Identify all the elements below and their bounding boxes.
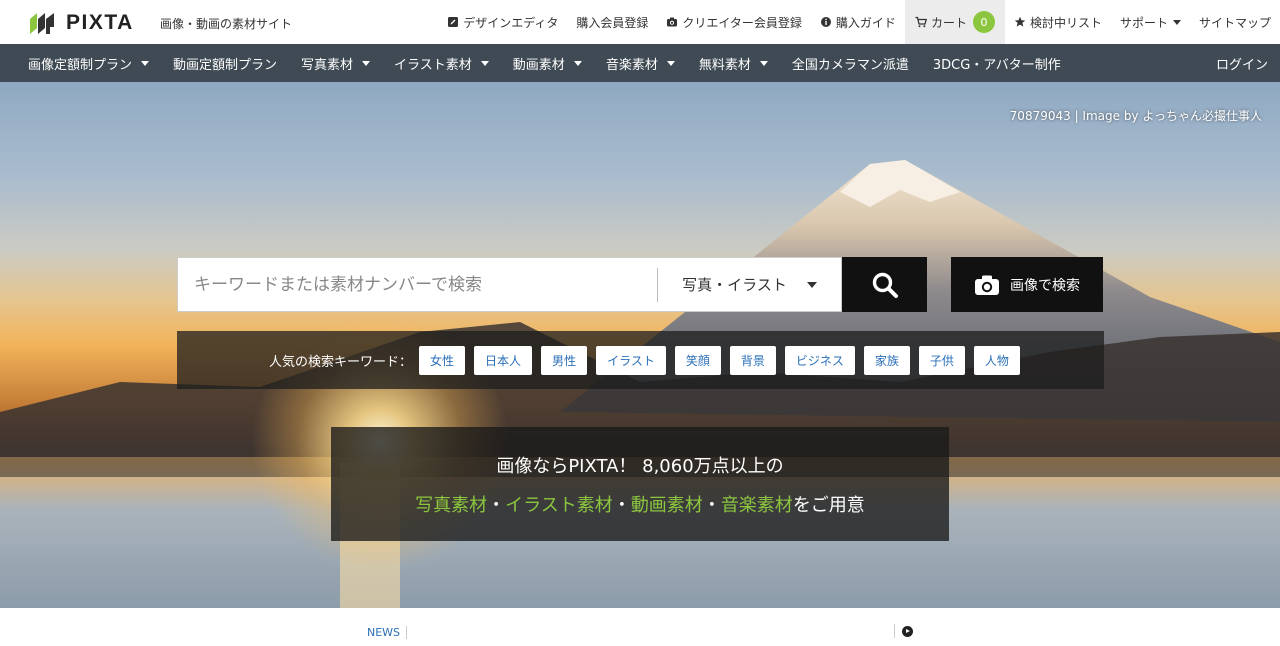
chevron-down-icon (1172, 19, 1181, 25)
popular-keywords-label: 人気の検索キーワード： (269, 354, 413, 370)
search-bar: 写真・イラスト (177, 257, 927, 312)
chevron-down-icon (362, 60, 371, 66)
cat-photos[interactable]: 写真素材 (289, 44, 382, 82)
star-icon (1014, 16, 1026, 27)
keyword-tag[interactable]: 人物 (973, 345, 1020, 375)
topnav-support-label: サポート (1119, 15, 1168, 30)
cat-illustrations[interactable]: イラスト素材 (382, 44, 501, 82)
topnav-buyer-guide-label: 購入ガイド (835, 15, 896, 30)
topnav-wishlist[interactable]: 検討中リスト (1005, 0, 1111, 44)
cat-videos-label: 動画素材 (512, 57, 565, 73)
promo-separator: ・ (702, 495, 721, 516)
topnav-design-editor[interactable]: デザインエディタ (438, 0, 567, 44)
site-tagline: 画像・動画の素材サイト (160, 17, 293, 31)
keyword-tag[interactable]: ビジネス (784, 345, 855, 375)
topnav-buyer-guide[interactable]: 購入ガイド (811, 0, 905, 44)
promo-headline: 画像ならPIXTA！ 8,060万点以上の (496, 456, 784, 477)
news-bar: NEWS (0, 608, 1280, 646)
topnav-wishlist-label: 検討中リスト (1029, 15, 1102, 30)
image-search-button[interactable]: 画像で検索 (951, 257, 1103, 312)
search-button[interactable] (842, 257, 927, 312)
promo-separator: ・ (612, 495, 631, 516)
cat-free-label: 無料素材 (698, 57, 751, 73)
cart-count-badge: 0 (972, 11, 995, 33)
promo-photos: 写真素材 (415, 495, 488, 516)
cat-free[interactable]: 無料素材 (687, 44, 780, 82)
cat-image-subscription[interactable]: 画像定額制プラン (16, 44, 161, 82)
topnav-cart[interactable]: カート 0 (904, 0, 1005, 44)
top-nav: デザインエディタ 購入会員登録 クリエイター会員登録 購入ガイド カート 0 検… (438, 0, 1280, 44)
news-divider (894, 624, 895, 638)
search-type-select[interactable]: 写真・イラスト (658, 274, 841, 295)
cat-video-subscription[interactable]: 動画定額制プラン (161, 44, 289, 82)
chevron-down-icon (806, 281, 817, 288)
keyword-tag[interactable]: 女性 (419, 345, 466, 375)
cart-icon (915, 16, 927, 28)
topnav-sitemap-label: サイトマップ (1198, 15, 1271, 30)
pixta-logo[interactable]: PIXTA (28, 10, 134, 36)
search-type-value: 写真・イラスト (682, 276, 787, 294)
keyword-tag[interactable]: 笑顔 (674, 345, 721, 375)
image-credit-separator: | (1070, 109, 1083, 123)
search-input[interactable] (178, 258, 657, 311)
login-link[interactable]: ログイン (1216, 44, 1268, 82)
chevron-down-icon (141, 60, 150, 66)
cat-photographer-dispatch[interactable]: 全国カメラマン派遣 (780, 44, 921, 82)
promo-videos: 動画素材 (630, 495, 703, 516)
logo-text: PIXTA (66, 11, 134, 34)
cat-videos[interactable]: 動画素材 (501, 44, 594, 82)
cat-video-subscription-label: 動画定額制プラン (173, 57, 278, 73)
topnav-creator-register-label: クリエイター会員登録 (682, 15, 802, 30)
chevron-down-icon (666, 60, 675, 66)
keyword-tag[interactable]: 男性 (541, 345, 588, 375)
topnav-design-editor-label: デザインエディタ (463, 15, 559, 30)
cat-3dcg-avatar[interactable]: 3DCG・アバター制作 (921, 44, 1073, 82)
cat-photographer-dispatch-label: 全国カメラマン派遣 (791, 57, 909, 73)
news-label[interactable]: NEWS (367, 626, 408, 639)
topnav-buyer-register-label: 購入会員登録 (576, 15, 649, 30)
image-credit-author: Image by よっちゃん必撮仕事人 (1082, 109, 1262, 123)
news-next-icon[interactable] (902, 626, 913, 637)
camera-icon (667, 17, 678, 27)
keyword-tag[interactable]: 背景 (729, 345, 776, 375)
topnav-buyer-register[interactable]: 購入会員登録 (567, 0, 657, 44)
promo-box: 画像ならPIXTA！ 8,060万点以上の 写真素材・イラスト素材・動画素材・音… (331, 427, 949, 541)
search-icon (872, 272, 898, 298)
topnav-sitemap[interactable]: サイトマップ (1190, 0, 1280, 44)
search-box: 写真・イラスト (177, 257, 842, 312)
promo-tail: をご用意 (792, 495, 865, 516)
image-credit-id: 70879043 (1009, 109, 1071, 123)
camera-icon (975, 275, 999, 295)
keyword-tag[interactable]: 子供 (918, 345, 965, 375)
cat-music[interactable]: 音楽素材 (594, 44, 687, 82)
pixta-logo-icon (30, 13, 54, 34)
hero-banner: 70879043 | Image by よっちゃん必撮仕事人 写真・イラスト 画… (0, 82, 1280, 608)
chevron-down-icon (573, 60, 582, 66)
keyword-tag[interactable]: 家族 (863, 345, 910, 375)
image-search-label: 画像で検索 (1010, 277, 1080, 294)
promo-separator: ・ (487, 495, 506, 516)
keyword-tag[interactable]: 日本人 (474, 345, 533, 375)
keyword-tag[interactable]: イラスト (596, 345, 666, 375)
topnav-support[interactable]: サポート (1111, 0, 1190, 44)
chevron-down-icon (480, 60, 489, 66)
cat-3dcg-avatar-label: 3DCG・アバター制作 (932, 57, 1061, 73)
cat-image-subscription-label: 画像定額制プラン (28, 57, 133, 73)
image-credit[interactable]: 70879043 | Image by よっちゃん必撮仕事人 (1010, 107, 1262, 124)
promo-illustrations: イラスト素材 (505, 495, 613, 516)
promo-music: 音楽素材 (720, 495, 793, 516)
cat-photos-label: 写真素材 (301, 57, 354, 73)
info-icon (820, 17, 831, 27)
cat-music-label: 音楽素材 (605, 57, 658, 73)
topnav-creator-register[interactable]: クリエイター会員登録 (657, 0, 811, 44)
popular-keywords: 人気の検索キーワード： 女性 日本人 男性 イラスト 笑顔 背景 ビジネス 家族… (177, 331, 1104, 389)
edit-icon (448, 17, 459, 27)
chevron-down-icon (759, 60, 768, 66)
promo-subline: 写真素材・イラスト素材・動画素材・音楽素材をご用意 (331, 491, 949, 517)
category-nav: 画像定額制プラン 動画定額制プラン 写真素材 イラスト素材 動画素材 音楽素材 … (0, 44, 1280, 82)
topnav-cart-label: カート (930, 15, 967, 30)
top-header: PIXTA 画像・動画の素材サイト デザインエディタ 購入会員登録 クリエイター… (0, 0, 1280, 44)
cat-illustrations-label: イラスト素材 (394, 57, 472, 73)
